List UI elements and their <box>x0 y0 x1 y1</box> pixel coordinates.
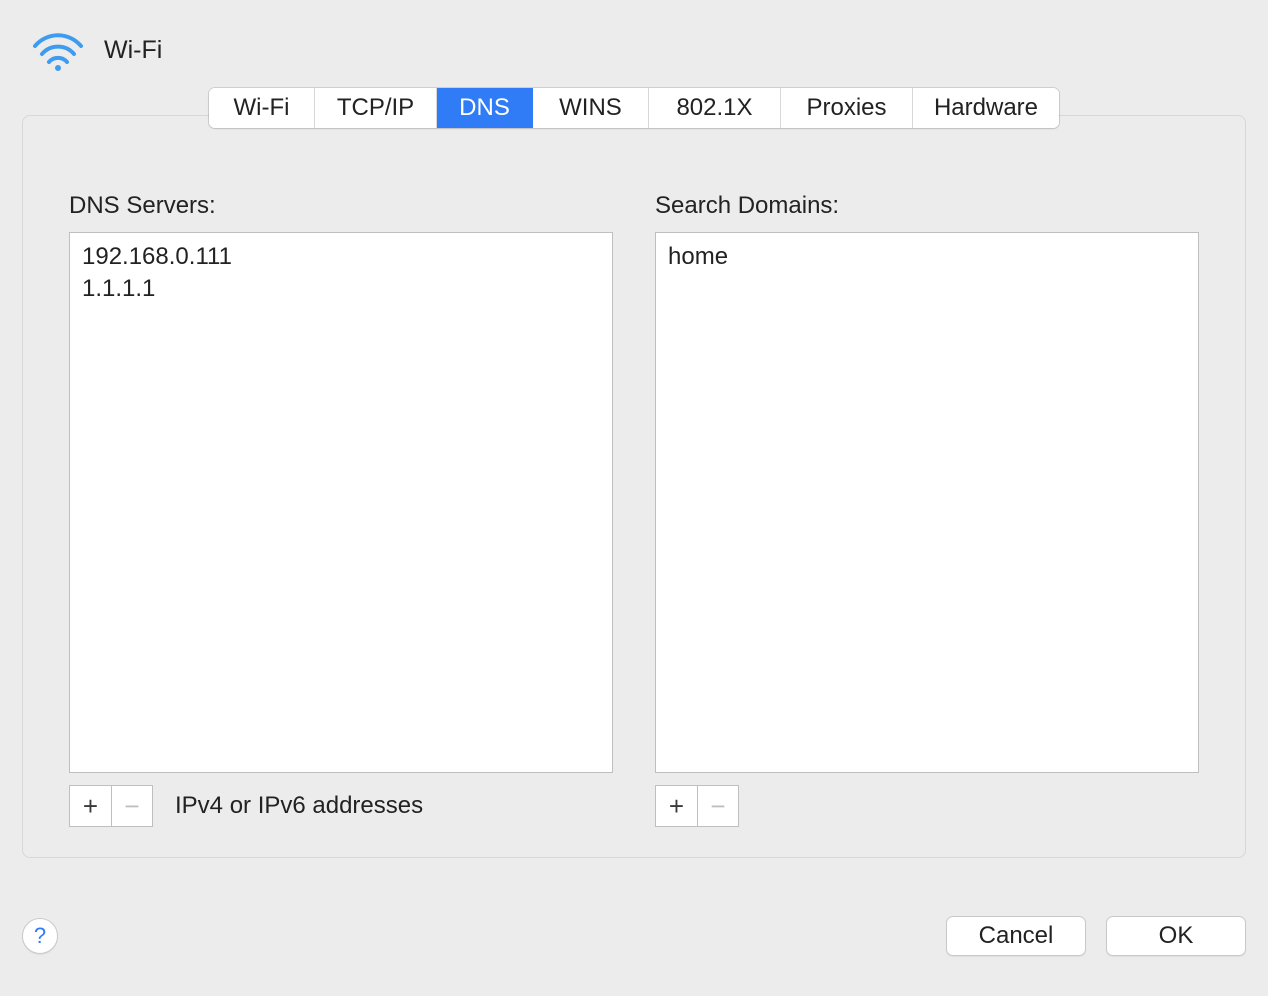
remove-dns-server-button[interactable]: − <box>111 785 153 827</box>
search-domains-label: Search Domains: <box>655 192 1199 220</box>
list-item[interactable]: 192.168.0.111 <box>80 241 602 273</box>
wifi-icon <box>30 28 86 72</box>
tab-wifi[interactable]: Wi-Fi <box>209 88 315 128</box>
tab-hardware[interactable]: Hardware <box>913 88 1059 128</box>
help-button[interactable]: ? <box>22 918 58 954</box>
search-domains-list[interactable]: home <box>655 232 1199 773</box>
tab-wins[interactable]: WINS <box>533 88 649 128</box>
add-search-domain-button[interactable]: + <box>655 785 697 827</box>
list-item[interactable]: 1.1.1.1 <box>80 273 602 305</box>
tab-proxies[interactable]: Proxies <box>781 88 913 128</box>
help-icon: ? <box>34 923 46 949</box>
search-domains-column: Search Domains: home + − <box>655 192 1199 827</box>
page-title: Wi-Fi <box>104 36 162 65</box>
plus-icon: + <box>669 793 684 819</box>
dns-servers-column: DNS Servers: 192.168.0.111 1.1.1.1 + − I… <box>69 192 613 827</box>
minus-icon: − <box>124 793 139 819</box>
plus-icon: + <box>83 793 98 819</box>
tab-8021x[interactable]: 802.1X <box>649 88 781 128</box>
ok-button[interactable]: OK <box>1106 916 1246 956</box>
cancel-button[interactable]: Cancel <box>946 916 1086 956</box>
remove-search-domain-button[interactable]: − <box>697 785 739 827</box>
tab-tcpip[interactable]: TCP/IP <box>315 88 437 128</box>
dns-hint: IPv4 or IPv6 addresses <box>175 792 423 820</box>
dns-servers-list[interactable]: 192.168.0.111 1.1.1.1 <box>69 232 613 773</box>
footer: ? Cancel OK <box>22 916 1246 956</box>
dns-servers-label: DNS Servers: <box>69 192 613 220</box>
add-dns-server-button[interactable]: + <box>69 785 111 827</box>
list-item[interactable]: home <box>666 241 1188 273</box>
main-panel: DNS Servers: 192.168.0.111 1.1.1.1 + − I… <box>22 115 1246 858</box>
header: Wi-Fi <box>0 0 1268 82</box>
tab-dns[interactable]: DNS <box>437 88 533 128</box>
tabs: Wi-Fi TCP/IP DNS WINS 802.1X Proxies Har… <box>0 88 1268 128</box>
minus-icon: − <box>710 793 725 819</box>
